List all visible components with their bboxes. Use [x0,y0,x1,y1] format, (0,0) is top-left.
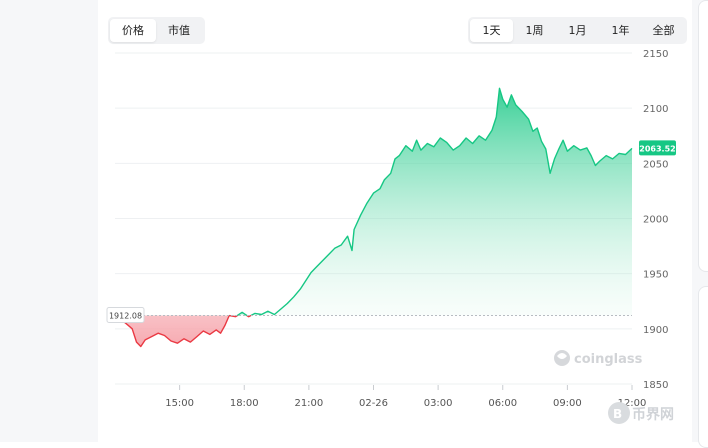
x-tick-label: 15:00 [165,398,194,409]
x-tick-label: 06:00 [488,398,517,409]
x-tick-label: 03:00 [424,398,453,409]
x-tick-label: 18:00 [230,398,259,409]
price-area [115,88,632,347]
corner-logo-text: 币界网 [632,407,674,423]
coinglass-logo-icon [554,350,570,366]
x-tick-label: 09:00 [553,398,582,409]
y-tick-label: 1950 [643,270,668,281]
y-tick-label: 2100 [643,104,668,115]
watermark-text: coinglass [574,352,643,367]
x-tick-label: 21:00 [294,398,323,409]
coinglass-watermark: coinglass [554,350,643,367]
last-price-label: 2063.52 [639,144,675,153]
y-tick-label: 2000 [643,215,668,226]
y-tick-label: 1900 [643,325,668,336]
x-axis: 15:00 18:00 21:00 02-26 03:00 06:00 09:00 12:00 [165,385,646,409]
area-above-baseline [250,88,632,316]
corner-logo-icon: B [613,407,622,421]
y-tick-label: 2050 [643,159,668,170]
baseline-label: 1912.08 [109,312,142,321]
x-tick-label: 02-26 [359,398,388,409]
price-chart: 1912.08 2063.52 1850 1900 1950 2000 2050 2100 2… [106,49,676,424]
y-tick-label: 1850 [643,380,668,391]
y-axis: 1850 1900 1950 2000 2050 2100 2150 [643,49,668,391]
y-tick-label: 2150 [643,49,668,60]
